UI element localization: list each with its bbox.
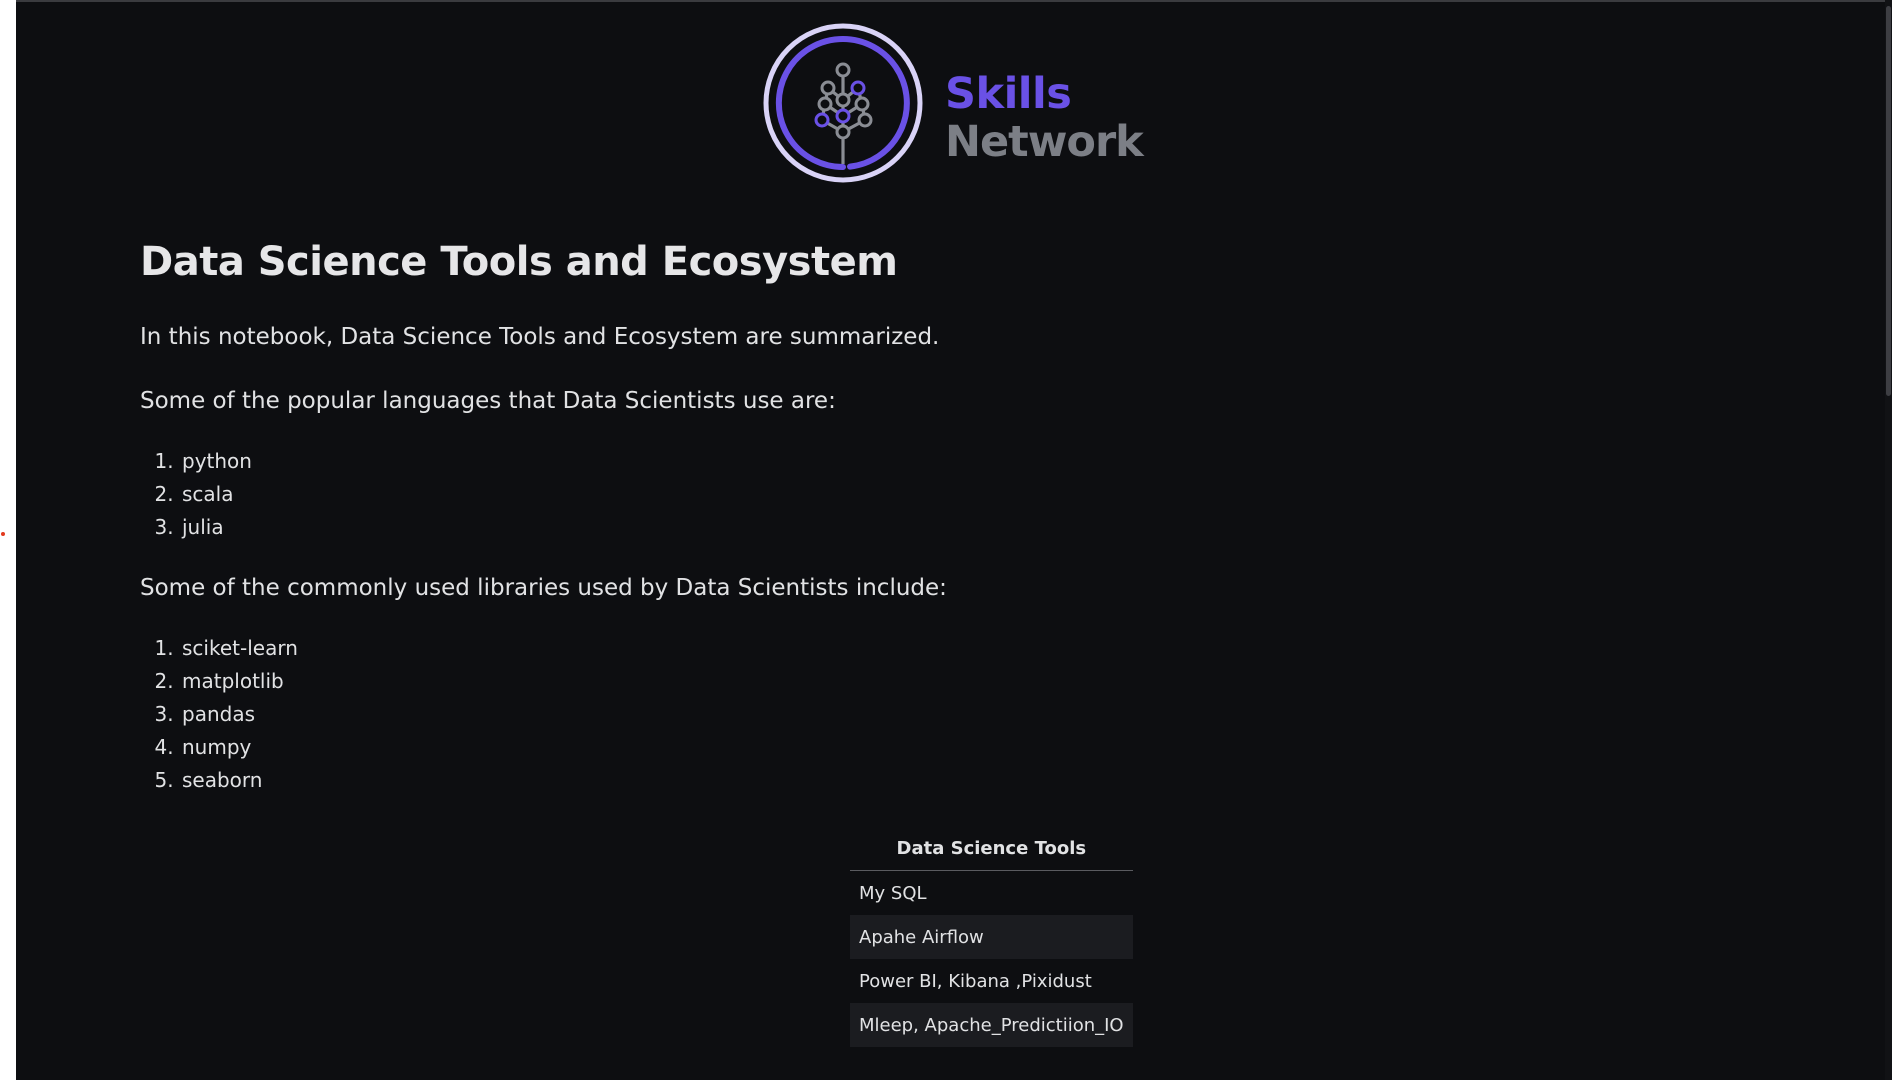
- table-cell: My SQL: [859, 882, 927, 904]
- table-row: Apahe Airflow: [850, 915, 1133, 959]
- languages-list: python scala julia: [140, 445, 252, 544]
- intro-paragraph: In this notebook, Data Science Tools and…: [140, 324, 940, 350]
- libraries-heading: Some of the commonly used libraries used…: [140, 575, 947, 601]
- tree-network-icon: [763, 23, 923, 183]
- list-item: pandas: [180, 698, 298, 731]
- list-item: python: [180, 445, 252, 478]
- logo-text-network: Network: [945, 117, 1144, 167]
- table-row: Power BI, Kibana ,Pixidust: [850, 959, 1133, 1003]
- vertical-scrollbar[interactable]: [1885, 0, 1892, 1080]
- notebook-markdown-cell: Skills Network Data Science Tools and Ec…: [140, 0, 1760, 1080]
- list-item: sciket-learn: [180, 632, 298, 665]
- table-row: My SQL: [850, 871, 1133, 916]
- skills-network-logo: Skills Network: [762, 22, 1162, 184]
- list-item: julia: [180, 511, 252, 544]
- page-title: Data Science Tools and Ecosystem: [140, 239, 898, 285]
- scrollbar-thumb[interactable]: [1886, 6, 1891, 396]
- list-item: numpy: [180, 731, 298, 764]
- table-cell: Apahe Airflow: [850, 915, 1133, 959]
- logo-text-skills: Skills: [945, 69, 1072, 119]
- list-item: seaborn: [180, 764, 298, 797]
- list-item: scala: [180, 478, 252, 511]
- table-header: Data Science Tools: [850, 826, 1133, 871]
- languages-heading: Some of the popular languages that Data …: [140, 388, 836, 414]
- cursor-marker: [1, 532, 5, 536]
- window-left-edge: [0, 0, 16, 1080]
- table-cell: Power BI, Kibana ,Pixidust: [859, 970, 1092, 992]
- table-row: Mleep, Apache_Predictiion_IO: [850, 1003, 1133, 1047]
- list-item: matplotlib: [180, 665, 298, 698]
- table-cell: Mleep, Apache_Predictiion_IO: [850, 1003, 1133, 1047]
- libraries-list: sciket-learn matplotlib pandas numpy sea…: [140, 632, 298, 797]
- data-science-tools-table: Data Science Tools My SQL Apahe Airflow …: [850, 826, 1133, 1047]
